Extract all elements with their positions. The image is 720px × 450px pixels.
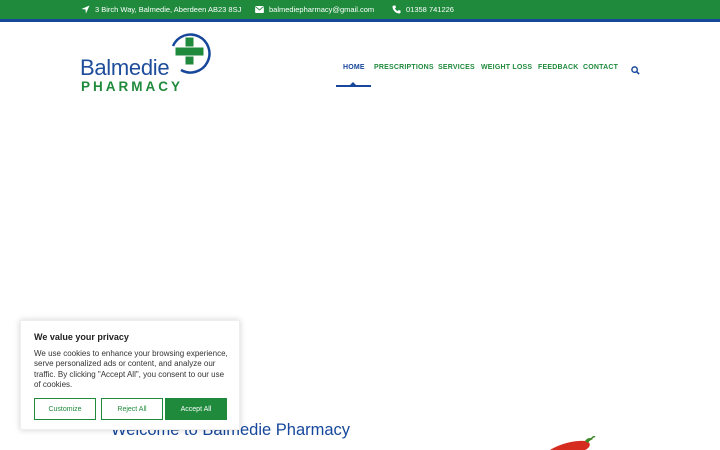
pharmacy-cross-icon <box>171 33 211 74</box>
search-button[interactable] <box>631 62 641 75</box>
email-link[interactable]: balmediepharmacy@gmail.com <box>269 5 374 14</box>
email-item[interactable]: balmediepharmacy@gmail.com <box>254 0 374 19</box>
reject-all-button[interactable]: Reject All <box>101 398 163 420</box>
envelope-icon <box>254 5 264 15</box>
customize-button[interactable]: Customize <box>34 398 96 420</box>
cookie-title: We value your privacy <box>34 332 129 342</box>
cookie-consent-banner: We value your privacy We use cookies to … <box>20 320 240 430</box>
accept-all-button[interactable]: Accept All <box>165 398 227 420</box>
nav-item-contact[interactable]: CONTACT <box>583 62 618 74</box>
logo-name: Balmedie <box>80 55 170 80</box>
location-arrow-icon <box>80 5 90 15</box>
address-item: 3 Birch Way, Balmedie, Aberdeen AB23 8SJ <box>80 0 241 19</box>
active-nav-underline <box>336 85 371 87</box>
address-text: 3 Birch Way, Balmedie, Aberdeen AB23 8SJ <box>95 5 242 14</box>
nav-item-home[interactable]: HOME <box>343 62 365 74</box>
nav-item-feedback[interactable]: FEEDBACK <box>538 62 579 74</box>
phone-link[interactable]: 01358 741226 <box>406 5 454 14</box>
search-icon <box>631 66 640 75</box>
chili-pepper-image <box>550 436 596 450</box>
cookie-description: We use cookies to enhance your browsing … <box>34 349 228 390</box>
site-logo[interactable]: Balmedie PHARMACY <box>80 32 212 94</box>
top-bar-stripe <box>0 19 720 22</box>
nav-item-weight-loss[interactable]: WEIGHT LOSS <box>481 62 532 74</box>
nav-item-prescriptions[interactable]: PRESCRIPTIONS <box>374 62 434 74</box>
page: 3 Birch Way, Balmedie, Aberdeen AB23 8SJ… <box>0 0 720 450</box>
phone-icon <box>391 5 401 15</box>
logo-subtitle: PHARMACY <box>81 79 184 94</box>
nav-item-services[interactable]: SERVICES <box>438 62 475 74</box>
phone-item[interactable]: 01358 741226 <box>391 0 454 19</box>
